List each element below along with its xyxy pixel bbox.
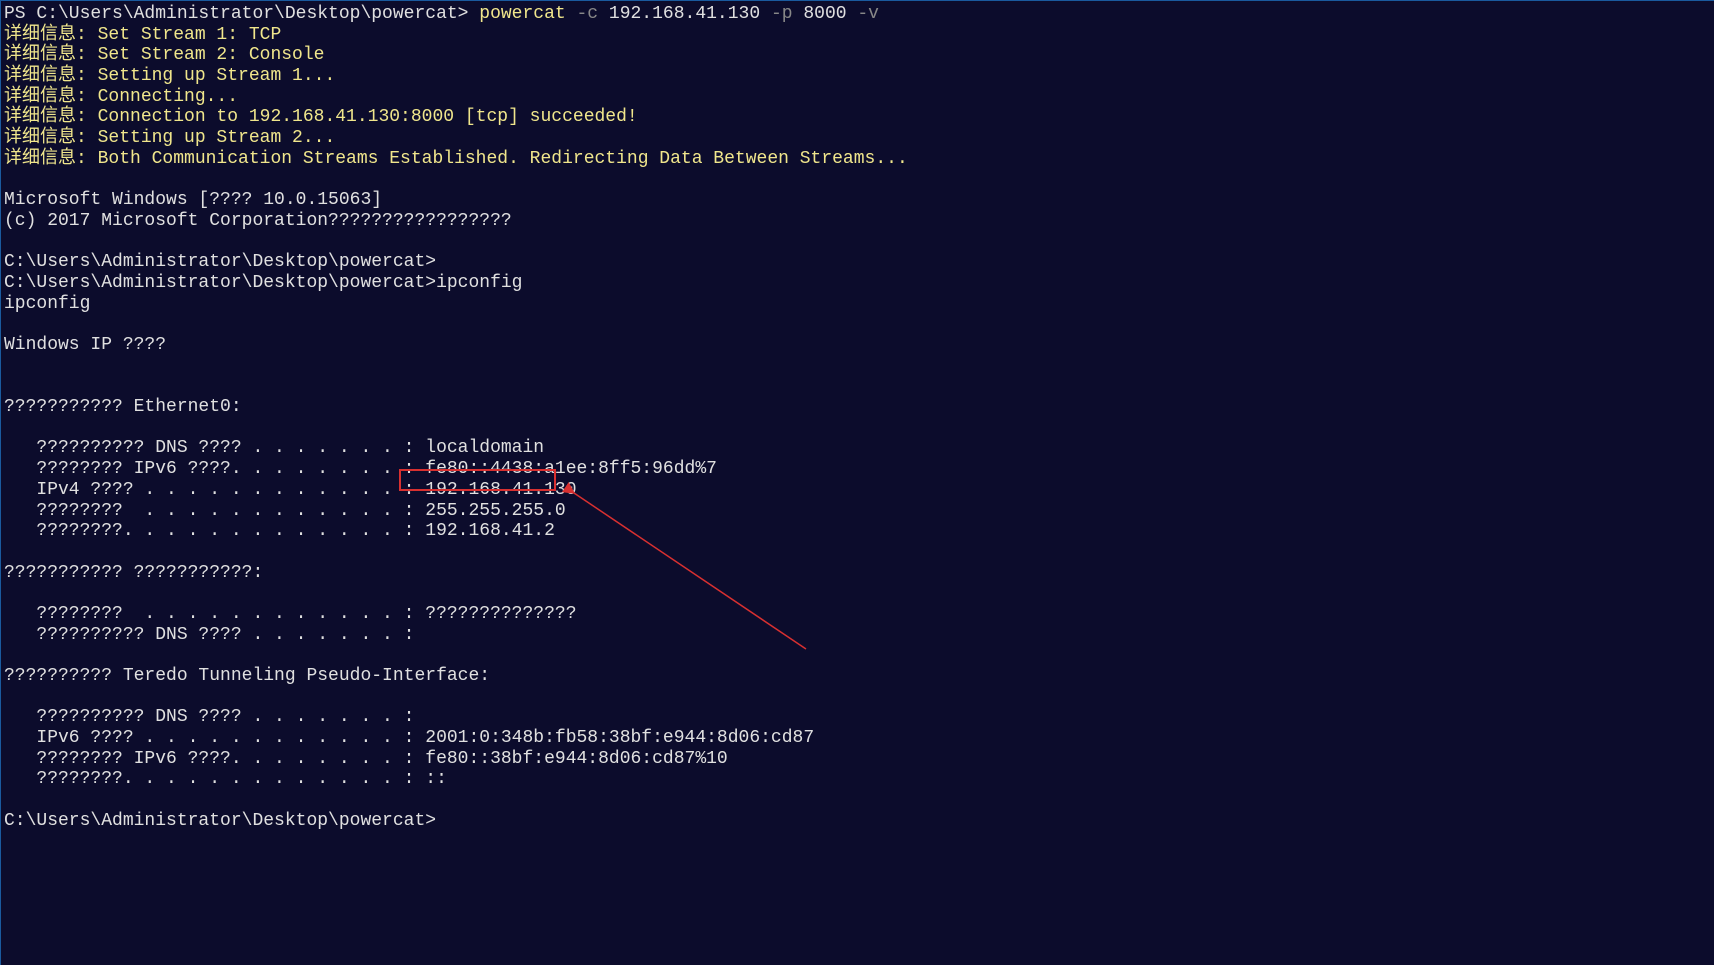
verbose-line: 详细信息: Connection to 192.168.41.130:8000 … (4, 107, 1711, 128)
blank-line (4, 687, 1711, 708)
powercat-cmd: powercat (479, 4, 576, 24)
blank-line (4, 583, 1711, 604)
tunnel-dns-suffix: ?????????? DNS ???? . . . . . . . : (4, 625, 1711, 646)
tunnel-media-state: ???????? . . . . . . . . . . . . : ?????… (4, 604, 1711, 625)
eth0-ipv4: IPv4 ???? . . . . . . . . . . . . : 192.… (4, 480, 1711, 501)
teredo-gateway: ????????. . . . . . . . . . . . . : :: (4, 769, 1711, 790)
ipv4-highlight-box (399, 469, 556, 491)
verbose-line: 详细信息: Both Communication Streams Establi… (4, 149, 1711, 170)
blank-line (4, 170, 1711, 191)
cmd-prompt: C:\Users\Administrator\Desktop\powercat> (4, 252, 1711, 273)
arg-ip: 192.168.41.130 (609, 4, 771, 24)
verbose-line: 详细信息: Set Stream 2: Console (4, 45, 1711, 66)
adapter-ethernet0: ??????????? Ethernet0: (4, 397, 1711, 418)
windows-banner: Microsoft Windows [???? 10.0.15063] (4, 190, 1711, 211)
blank-line (4, 418, 1711, 439)
blank-line (4, 790, 1711, 811)
terminal-output[interactable]: PS C:\Users\Administrator\Desktop\powerc… (4, 4, 1711, 832)
flag-p: -p (771, 4, 803, 24)
eth0-dns-suffix: ?????????? DNS ???? . . . . . . . : loca… (4, 438, 1711, 459)
verbose-line: 详细信息: Setting up Stream 2... (4, 128, 1711, 149)
verbose-line: 详细信息: Connecting... (4, 87, 1711, 108)
blank-line (4, 232, 1711, 253)
final-prompt: C:\Users\Administrator\Desktop\powercat> (4, 811, 1711, 832)
blank-line (4, 645, 1711, 666)
blank-line (4, 356, 1711, 377)
eth0-link-local-ipv6: ???????? IPv6 ????. . . . . . . . : fe80… (4, 459, 1711, 480)
command-line: PS C:\Users\Administrator\Desktop\powerc… (4, 4, 1711, 25)
verbose-line: 详细信息: Setting up Stream 1... (4, 66, 1711, 87)
ipconfig-echo: ipconfig (4, 294, 1711, 315)
blank-line (4, 542, 1711, 563)
flag-v: -v (857, 4, 879, 24)
cmd-prompt-ipconfig: C:\Users\Administrator\Desktop\powercat>… (4, 273, 1711, 294)
teredo-link-local-ipv6: ???????? IPv6 ????. . . . . . . . : fe80… (4, 749, 1711, 770)
eth0-subnet-mask: ???????? . . . . . . . . . . . . : 255.2… (4, 501, 1711, 522)
ps-prompt: PS C:\Users\Administrator\Desktop\powerc… (4, 4, 479, 24)
teredo-dns-suffix: ?????????? DNS ???? . . . . . . . : (4, 707, 1711, 728)
blank-line (4, 376, 1711, 397)
eth0-gateway: ????????. . . . . . . . . . . . . : 192.… (4, 521, 1711, 542)
windows-copyright: (c) 2017 Microsoft Corporation??????????… (4, 211, 1711, 232)
adapter-teredo: ?????????? Teredo Tunneling Pseudo-Inter… (4, 666, 1711, 687)
blank-line (4, 314, 1711, 335)
flag-c: -c (577, 4, 609, 24)
verbose-line: 详细信息: Set Stream 1: TCP (4, 25, 1711, 46)
teredo-ipv6: IPv6 ???? . . . . . . . . . . . . : 2001… (4, 728, 1711, 749)
ipconfig-header: Windows IP ???? (4, 335, 1711, 356)
adapter-tunnel: ??????????? ???????????: (4, 563, 1711, 584)
arg-port: 8000 (803, 4, 857, 24)
